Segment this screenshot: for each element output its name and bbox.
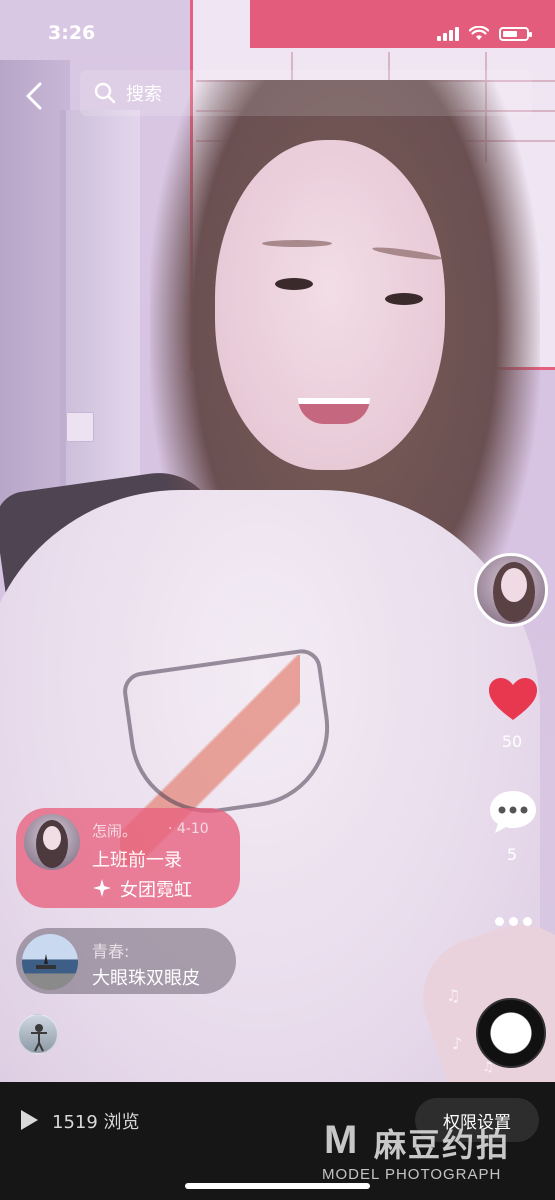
search-icon <box>94 82 116 104</box>
person-icon <box>31 1024 47 1052</box>
chevron-left-icon <box>26 82 42 110</box>
like-button[interactable] <box>486 672 540 726</box>
dot-icon <box>508 916 518 926</box>
commenter-name: 怎闹。 <box>92 822 138 840</box>
watermark-en-text: MODEL PHOTOGRAPH <box>322 1166 502 1183</box>
play-icon <box>21 1110 38 1130</box>
commenter-avatar[interactable] <box>22 934 78 990</box>
avatar-face <box>501 568 527 602</box>
comment-date: · 4-10 <box>168 821 209 837</box>
comment-card[interactable]: 怎闹。 · 4-10 上班前一录 女团霓虹 <box>16 808 240 908</box>
music-disc-label-icon <box>500 1022 522 1044</box>
watermark-logo: M 麻豆约拍 MODEL PHOTOGRAPH <box>320 1118 555 1192</box>
video-door <box>60 110 140 530</box>
more-options-button[interactable] <box>488 906 538 936</box>
sparkle-icon <box>93 879 111 897</box>
like-count: 50 <box>501 732 523 751</box>
author-avatar[interactable] <box>474 553 548 627</box>
video-eye-left <box>275 278 313 290</box>
dot-icon <box>522 916 532 926</box>
comment-button[interactable] <box>486 785 540 839</box>
status-bar: 3:26 <box>0 0 555 70</box>
home-indicator[interactable] <box>185 1183 370 1189</box>
video-brow-left <box>262 240 332 247</box>
avatar-portrait-icon <box>36 820 68 868</box>
music-note-icon: ♫ <box>446 986 461 1005</box>
comment-count: 5 <box>506 845 518 864</box>
comment-text: 上班前一录 <box>92 850 182 871</box>
view-count: 1519 浏览 <box>52 1112 140 1133</box>
dot-icon <box>494 916 504 926</box>
comment-text: 大眼珠双眼皮 <box>92 968 200 989</box>
viewer-avatar[interactable] <box>18 1014 58 1054</box>
comment-sticker-text: 女团霓虹 <box>120 880 192 901</box>
watermark-mark: M <box>324 1118 358 1162</box>
commenter-avatar[interactable] <box>24 814 80 870</box>
comment-card[interactable]: 青春: 大眼珠双眼皮 <box>16 928 236 994</box>
heart-icon <box>489 678 537 720</box>
search-bar[interactable]: 搜索 <box>80 70 532 116</box>
video-frame[interactable] <box>0 0 555 1082</box>
music-disc-button[interactable] <box>476 998 546 1068</box>
watermark-cn-text: 麻豆约拍 <box>374 1126 511 1164</box>
battery-icon <box>499 26 532 41</box>
video-eye-right <box>385 293 423 305</box>
back-button[interactable] <box>16 78 52 114</box>
commenter-name: 青春: <box>92 942 130 961</box>
comment-bubble-icon <box>490 791 536 833</box>
status-time: 3:26 <box>48 22 96 44</box>
search-placeholder: 搜索 <box>126 84 162 105</box>
music-note-icon: ♪ <box>452 1034 463 1053</box>
video-light-switch <box>66 412 94 442</box>
status-icons <box>437 26 532 41</box>
avatar-landscape-icon <box>36 954 56 969</box>
wifi-icon <box>469 26 489 40</box>
signal-icon <box>437 26 459 41</box>
